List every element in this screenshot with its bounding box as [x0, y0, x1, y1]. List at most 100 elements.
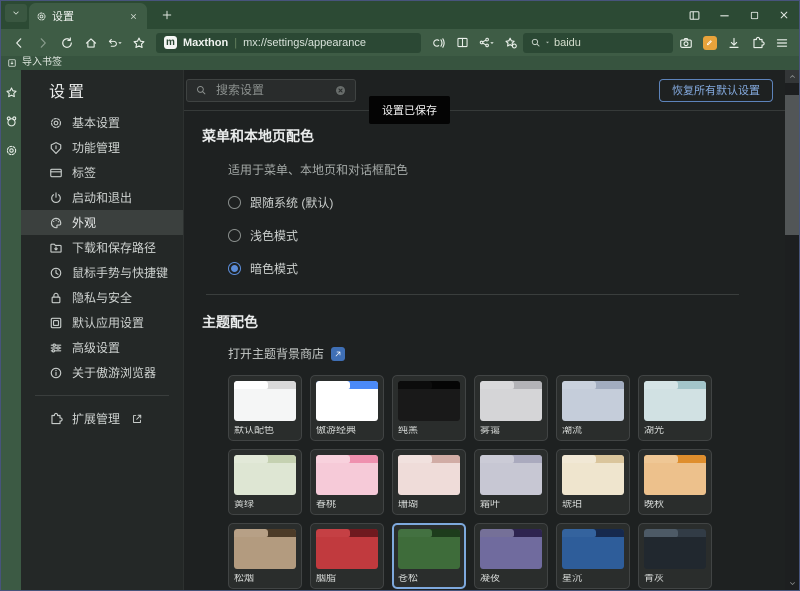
- sidebar-item-basic[interactable]: 基本设置: [21, 110, 183, 135]
- sidebar-item-startup[interactable]: 启动和退出: [21, 185, 183, 210]
- extensions-button[interactable]: [746, 32, 769, 54]
- theme-card[interactable]: 琥珀: [556, 449, 630, 515]
- favorites-manager-button[interactable]: [499, 32, 522, 54]
- theme-store-link[interactable]: 打开主题背景商店: [228, 345, 324, 362]
- theme-card[interactable]: 苍松: [392, 523, 466, 589]
- theme-label: 星沉: [562, 574, 624, 584]
- theme-swatch: [480, 381, 542, 421]
- main-menu-button[interactable]: [770, 32, 793, 54]
- section-title-themes: 主题配色: [202, 312, 785, 332]
- maxthon-panda-icon[interactable]: [3, 113, 19, 129]
- theme-card[interactable]: 春桃: [310, 449, 384, 515]
- tab-settings[interactable]: 设置: [29, 3, 147, 29]
- minimize-button[interactable]: [709, 1, 739, 29]
- theme-card[interactable]: 凝夜: [474, 523, 548, 589]
- content-header: 恢复所有默认设置: [184, 70, 785, 111]
- voice-reading-button[interactable]: [427, 32, 450, 54]
- screenshot-button[interactable]: [674, 32, 697, 54]
- radio-unchecked-icon[interactable]: [228, 229, 241, 242]
- radio-checked-icon[interactable]: [228, 262, 241, 275]
- radio-unchecked-icon[interactable]: [228, 196, 241, 209]
- restore-defaults-button[interactable]: 恢复所有默认设置: [659, 79, 773, 102]
- clock-icon: [49, 266, 63, 280]
- sidebar-item-label: 外观: [72, 214, 96, 231]
- menu-colors-subtitle: 适用于菜单、本地页和对话框配色: [228, 161, 785, 178]
- back-button[interactable]: [7, 32, 30, 54]
- color-mode-option[interactable]: 暗色模式: [228, 260, 785, 277]
- address-bar[interactable]: m Maxthon | mx://settings/appearance: [156, 33, 421, 53]
- new-tab-button[interactable]: [156, 4, 178, 26]
- settings-search-box[interactable]: [186, 79, 356, 102]
- download-icon: [727, 36, 741, 50]
- favorite-button[interactable]: [127, 32, 150, 54]
- extensions-puzzle-icon: [751, 36, 765, 50]
- theme-card[interactable]: 松烟: [228, 523, 302, 589]
- quick-search-box[interactable]: baidu: [523, 33, 673, 53]
- color-mode-option[interactable]: 浅色模式: [228, 227, 785, 244]
- share-button[interactable]: [475, 32, 498, 54]
- scroll-up-arrow[interactable]: [785, 70, 799, 83]
- tab-title: 设置: [52, 8, 121, 24]
- sidebar-item-about[interactable]: 关于傲游浏览器: [21, 360, 183, 385]
- settings-gear-icon[interactable]: [3, 142, 19, 158]
- theme-card[interactable]: 雾霭: [474, 375, 548, 441]
- notes-button[interactable]: [698, 32, 721, 54]
- theme-card[interactable]: 星沉: [556, 523, 630, 589]
- clear-search-icon[interactable]: [334, 84, 347, 97]
- color-mode-option[interactable]: 跟随系统 (默认): [228, 194, 785, 211]
- theme-card[interactable]: 默认配色: [228, 375, 302, 441]
- sidebar-item-tabs[interactable]: 标签: [21, 160, 183, 185]
- maximize-button[interactable]: [739, 1, 769, 29]
- radio-label: 浅色模式: [250, 227, 298, 244]
- sidebar-item-advanced[interactable]: 高级设置: [21, 335, 183, 360]
- maxthon-logo: m: [164, 36, 177, 49]
- settings-search-input[interactable]: [214, 82, 327, 98]
- theme-card[interactable]: 傲游经典: [310, 375, 384, 441]
- scroll-down-arrow[interactable]: [785, 577, 799, 590]
- theme-card[interactable]: 纯黑: [392, 375, 466, 441]
- downloads-button[interactable]: [722, 32, 745, 54]
- theme-card[interactable]: 霜叶: [474, 449, 548, 515]
- theme-card[interactable]: 潮流: [556, 375, 630, 441]
- sidebar-item-gestures[interactable]: 鼠标手势与快捷键: [21, 260, 183, 285]
- tab-list-button[interactable]: [5, 4, 27, 22]
- home-button[interactable]: [79, 32, 102, 54]
- undo-button[interactable]: [103, 32, 126, 54]
- favorites-manager-icon: [504, 36, 518, 50]
- forward-button[interactable]: [31, 32, 54, 54]
- sidebar-item-privacy[interactable]: 隐私与安全: [21, 285, 183, 310]
- theme-card[interactable]: 晚秋: [638, 449, 712, 515]
- sidebar-item-downloads[interactable]: 下载和保存路径: [21, 235, 183, 260]
- plus-icon: [161, 9, 173, 21]
- reader-mode-button[interactable]: [451, 32, 474, 54]
- theme-swatch: [398, 455, 460, 495]
- theme-card[interactable]: 珊瑚: [392, 449, 466, 515]
- theme-card[interactable]: 胭脂: [310, 523, 384, 589]
- sidebar-item-features[interactable]: 功能管理: [21, 135, 183, 160]
- sidebar-item-label: 基本设置: [72, 114, 120, 131]
- close-window-button[interactable]: [769, 1, 799, 29]
- scrollbar[interactable]: [785, 70, 799, 590]
- tab-close-button[interactable]: [126, 9, 140, 23]
- theme-card[interactable]: 湖光: [638, 375, 712, 441]
- lock-icon: [49, 291, 63, 305]
- theme-card[interactable]: 黄绿: [228, 449, 302, 515]
- theme-card[interactable]: 青灰: [638, 523, 712, 589]
- sidebar-item-appearance[interactable]: 外观: [21, 210, 183, 235]
- scrollbar-thumb[interactable]: [785, 95, 799, 235]
- theme-swatch: [644, 381, 706, 421]
- sidebar-item-default-apps[interactable]: 默认应用设置: [21, 310, 183, 335]
- external-link-icon[interactable]: [331, 347, 345, 361]
- reload-button[interactable]: [55, 32, 78, 54]
- import-bookmarks-link[interactable]: 导入书签: [22, 58, 62, 68]
- favorites-star-icon[interactable]: [3, 84, 19, 100]
- theme-swatch: [644, 455, 706, 495]
- layout-button[interactable]: [679, 1, 709, 29]
- bookmarks-bar: 导入书签: [1, 56, 799, 70]
- brand-label: Maxthon: [183, 37, 228, 49]
- import-bookmarks-icon: [7, 58, 17, 68]
- search-icon: [195, 84, 207, 96]
- sidebar-item-extensions[interactable]: 扩展管理: [21, 406, 183, 431]
- theme-label: 凝夜: [480, 574, 542, 584]
- sidebar-item-label: 高级设置: [72, 339, 120, 356]
